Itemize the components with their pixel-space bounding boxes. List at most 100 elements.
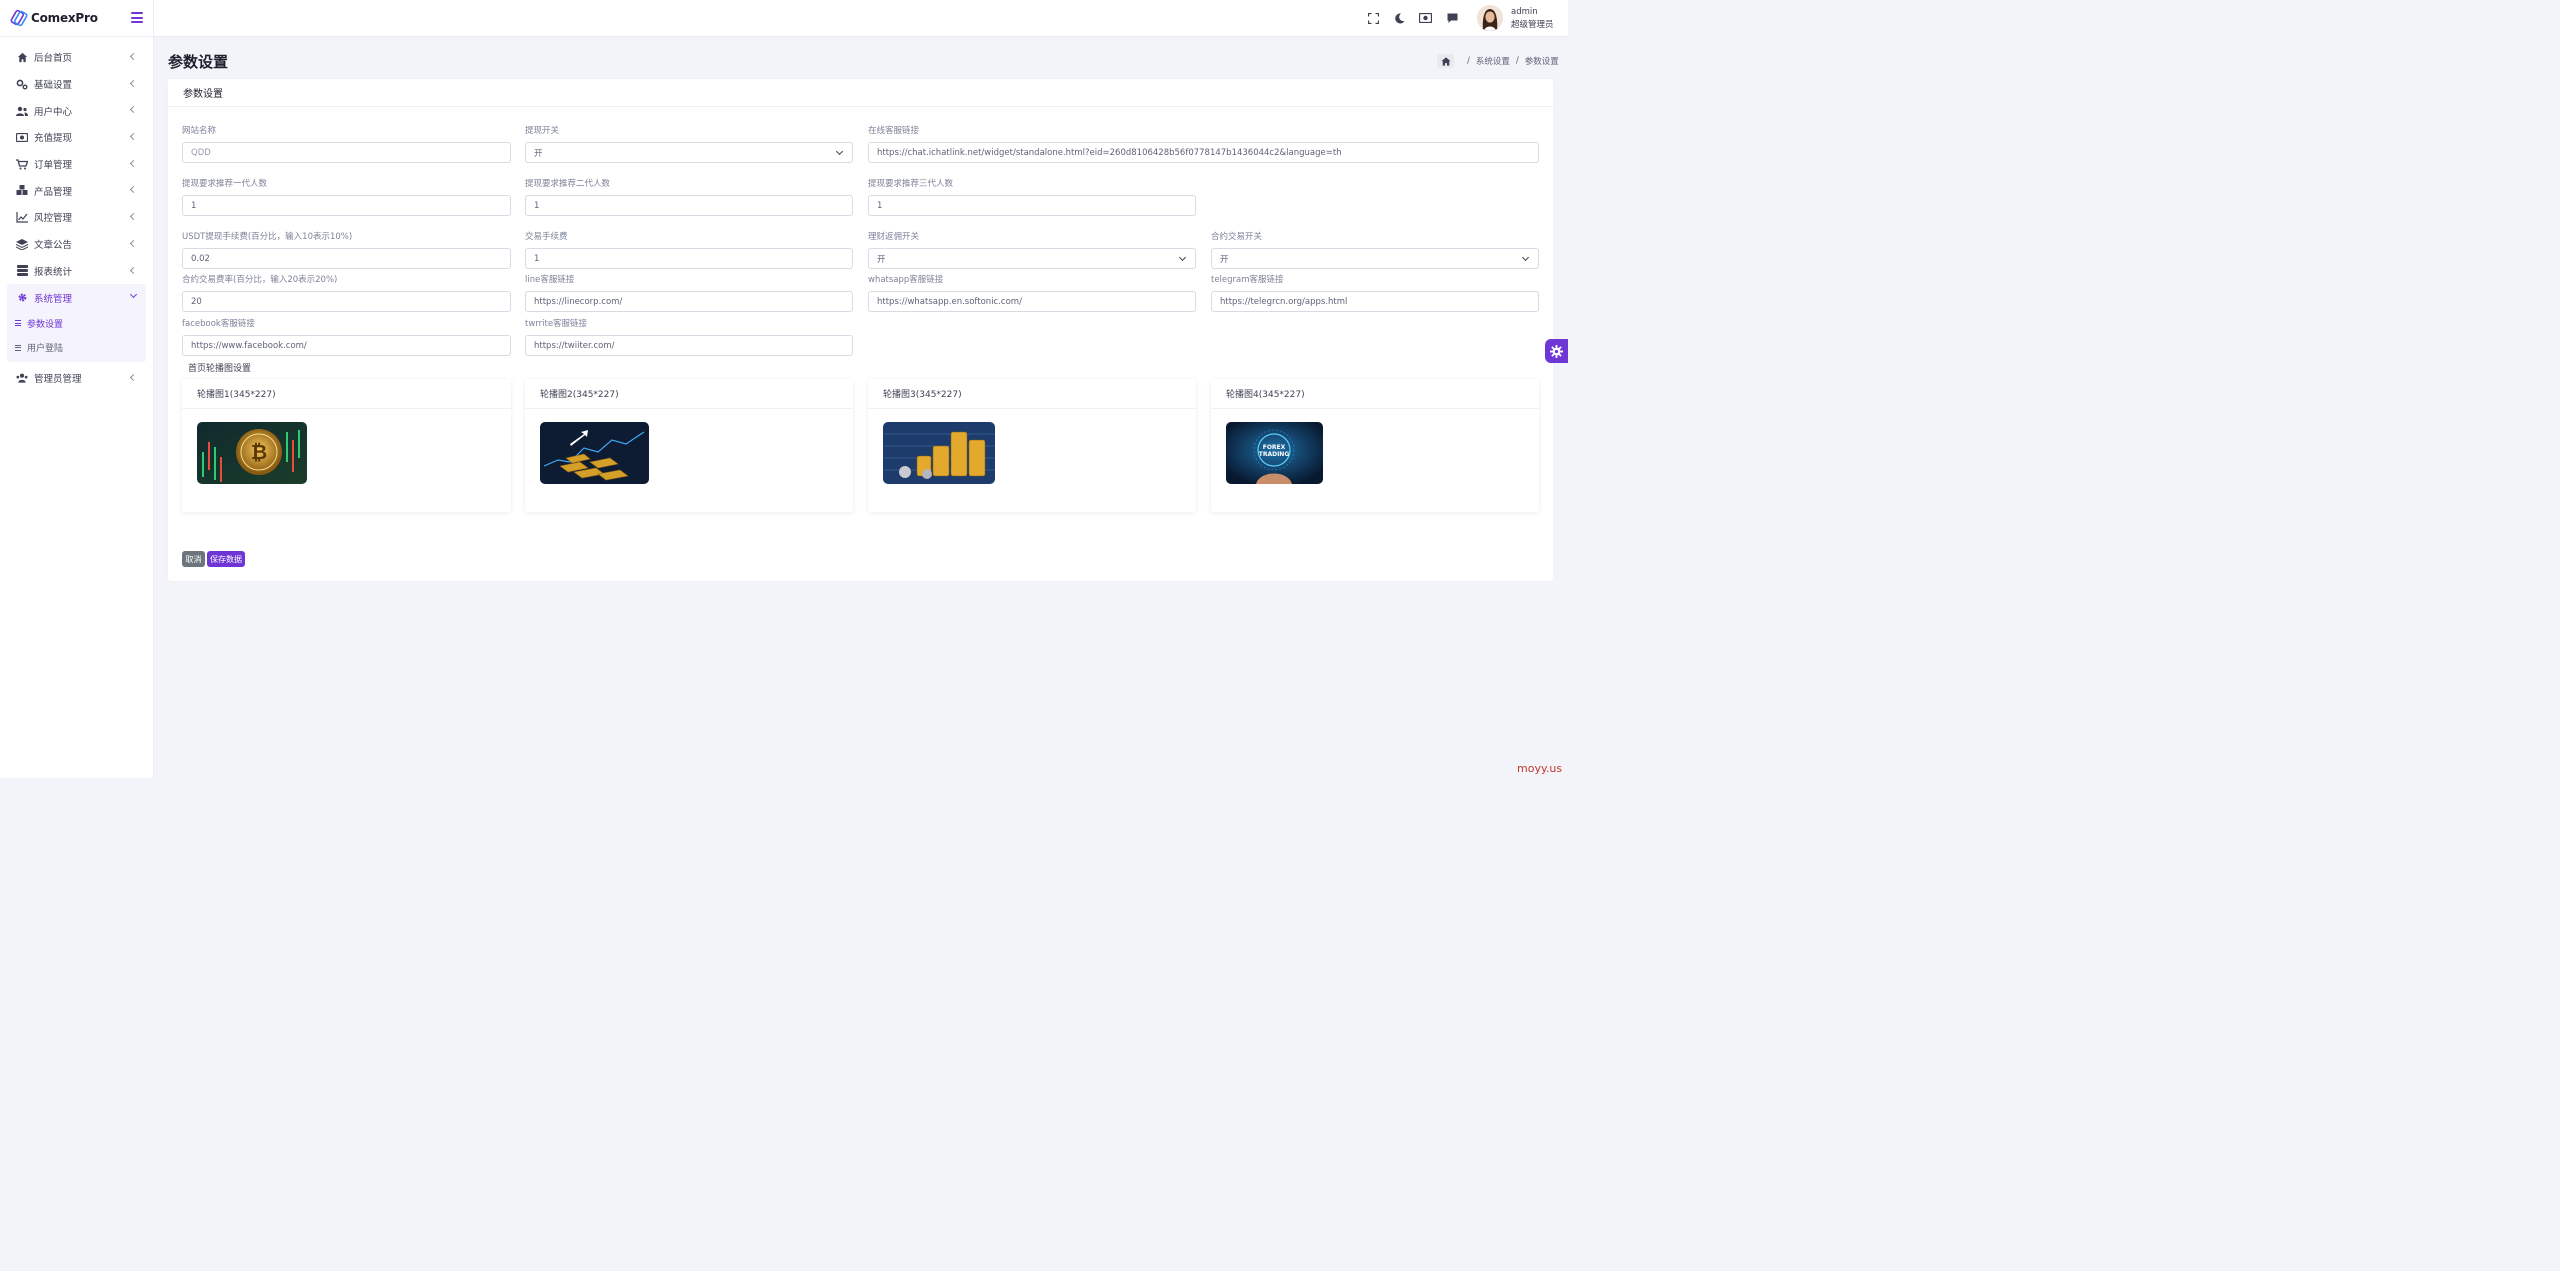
sidebar-item-label: 后台首页 [34,53,73,65]
contract-switch-field: 合约交易开关 开 [1211,230,1539,269]
ref-level1-input[interactable]: 1 [182,195,511,216]
sidebar-item-orders[interactable]: 订单管理 [0,151,153,178]
stack-icon [16,265,28,277]
ref-level1-field: 提现要求推荐一代人数 1 [182,177,511,216]
ref-level3-input[interactable]: 1 [868,195,1196,216]
whatsapp-link-input[interactable]: https://whatsapp.en.softonic.com/ [868,291,1196,312]
cancel-button[interactable]: 取消 [182,551,205,567]
carousel-slot-title: 轮播图3(345*227) [868,379,1196,409]
breadcrumb: / 系统设置 / 参数设置 [1437,54,1559,68]
ref-level2-value: 1 [534,200,540,211]
line-link-input[interactable]: https://linecorp.com/ [525,291,853,312]
online-service-input[interactable]: https://chat.ichatlink.net/widget/standa… [868,142,1539,163]
finance-rebate-field: 理财返佣开关 开 [868,230,1196,269]
chevron-down-icon [129,291,138,299]
sidebar-item-deposit-withdraw[interactable]: 充值提现 [0,124,153,151]
carousel-slot-1: 轮播图1(345*227) ₿ [182,379,511,512]
boxes-icon [16,185,28,197]
contract-rate-value: 20 [191,296,202,307]
chevron-left-icon [129,133,138,141]
sidebar-item-label: 充值提现 [34,133,73,145]
gold-bars-chart-image[interactable] [540,422,649,484]
moon-icon[interactable] [1394,13,1406,25]
ref-level3-field: 提现要求推荐三代人数 1 [868,177,1196,216]
ref-level1-label: 提现要求推荐一代人数 [182,179,268,189]
twitter-link-input[interactable]: https://twiiter.com/ [525,335,853,356]
carousel-section-title: 首页轮播图设置 [188,364,252,374]
chat-icon[interactable] [1447,13,1459,25]
site-name-input[interactable]: QDD [182,142,511,163]
sidebar-item-label: 基础设置 [34,80,73,92]
sidebar-item-risk-control[interactable]: 风控管理 [0,204,153,231]
home-icon[interactable] [1437,54,1454,68]
carousel-slot-4: 轮播图4(345*227) FOREX TRADING [1211,379,1539,512]
carousel-slot-title: 轮播图4(345*227) [1211,379,1539,409]
chevron-left-icon [129,266,138,274]
brand[interactable]: ComexPro [0,0,153,37]
trade-fee-value: 1 [534,253,540,264]
usdt-fee-field: USDT提现手续费(百分比，输入10表示10%) 0.02 [182,230,511,269]
sidebar-item-basic-settings[interactable]: 基础设置 [0,71,153,98]
users-icon [16,105,28,117]
forex-trading-image[interactable]: FOREX TRADING [1226,422,1323,484]
trade-fee-input[interactable]: 1 [525,248,853,269]
cash-icon[interactable] [1418,12,1433,25]
home-icon [16,51,28,63]
trading-text: TRADING [1259,451,1290,458]
ref-level3-value: 1 [877,200,883,211]
breadcrumb-separator: / [1467,56,1470,66]
twitter-link-field: twrrite客服链接 https://twiiter.com/ [525,317,853,356]
chevron-left-icon [129,213,138,221]
contract-switch-select[interactable]: 开 [1211,248,1539,269]
telegram-link-label: telegram客服链接 [1211,275,1284,285]
ref-level2-input[interactable]: 1 [525,195,853,216]
breadcrumb-item[interactable]: 系统设置 [1476,55,1510,67]
contract-rate-input[interactable]: 20 [182,291,511,312]
sidebar-subitem-label: 参数设置 [27,319,64,330]
menu-toggle-icon[interactable] [131,12,143,23]
telegram-link-input[interactable]: https://telegrcn.org/apps.html [1211,291,1539,312]
chevron-left-icon [129,52,138,61]
sidebar-item-reports[interactable]: 报表统计 [0,258,153,285]
sidebar-item-system[interactable]: 系统管理 [7,284,146,311]
cart-icon [16,158,28,170]
line-chart-icon [16,211,28,223]
chevron-down-icon [1178,253,1187,262]
whatsapp-link-label: whatsapp客服链接 [868,275,944,285]
contract-rate-label: 合约交易费率(百分比，输入20表示20%) [182,275,338,285]
logo-icon [10,9,28,27]
sidebar-item-users[interactable]: 用户中心 [0,97,153,124]
sidebar-subitem-user-login[interactable]: 用户登陆 [7,335,146,360]
site-name-label: 网站名称 [182,126,217,136]
save-button[interactable]: 保存数据 [207,551,245,567]
withdraw-switch-select[interactable]: 开 [525,142,853,163]
finance-rebate-select[interactable]: 开 [868,248,1196,269]
twitter-link-label: twrrite客服链接 [525,319,588,329]
avatar[interactable] [1477,5,1503,31]
fullscreen-icon[interactable] [1367,12,1380,25]
facebook-link-input[interactable]: https://www.facebook.com/ [182,335,511,356]
contract-switch-label: 合约交易开关 [1211,232,1263,242]
facebook-link-field: facebook客服链接 https://www.facebook.com/ [182,317,511,356]
whatsapp-link-value: https://whatsapp.en.softonic.com/ [877,296,1022,307]
sidebar-item-articles[interactable]: 文章公告 [0,231,153,258]
bitcoin-chart-image[interactable]: ₿ [197,422,307,484]
breadcrumb-item-current: 参数设置 [1524,57,1559,67]
theme-settings-button[interactable] [1545,339,1568,363]
breadcrumb-separator: / [1515,56,1519,66]
sidebar: ComexPro 后台首页 基础设置 用户中心 充值提现 订单管理 产品管理 风… [0,0,154,778]
sidebar-item-label: 订单管理 [34,160,73,172]
sidebar-item-admins[interactable]: 管理员管理 [0,365,153,392]
sidebar-menu: 后台首页 基础设置 用户中心 充值提现 订单管理 产品管理 风控管理 文章公告 … [0,37,153,392]
line-link-label: line客服链接 [525,275,575,285]
usdt-fee-input[interactable]: 0.02 [182,248,511,269]
sidebar-item-dashboard[interactable]: 后台首页 [0,44,153,71]
trade-fee-field: 交易手续费 1 [525,230,853,269]
trade-fee-label: 交易手续费 [525,232,568,242]
sidebar-subitem-params[interactable]: 参数设置 [7,311,146,336]
money-icon [16,131,28,143]
sidebar-item-label: 风控管理 [34,213,73,225]
sidebar-item-products[interactable]: 产品管理 [0,177,153,204]
chevron-down-icon [1521,253,1530,262]
coins-stack-image[interactable] [883,422,995,484]
